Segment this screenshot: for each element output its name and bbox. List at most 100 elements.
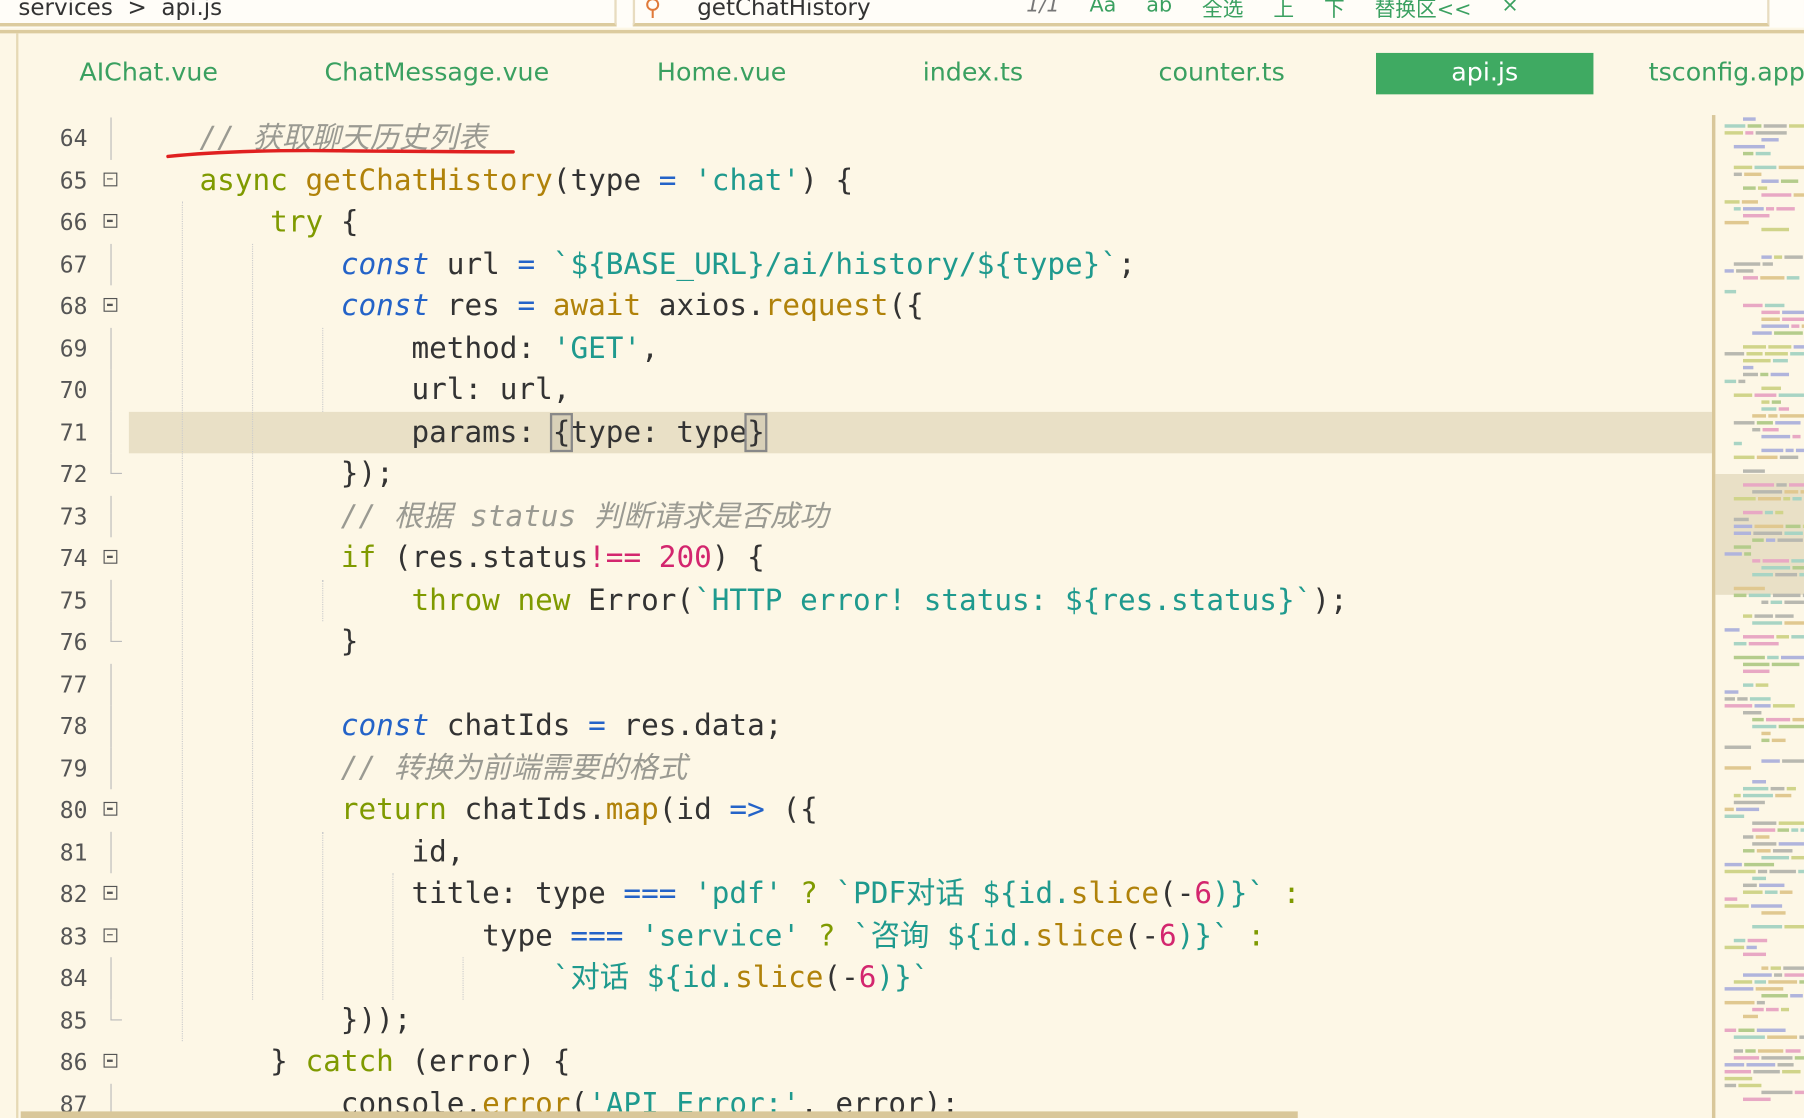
minimap-line <box>1792 717 1804 722</box>
horizontal-scrollbar[interactable] <box>20 1111 1298 1118</box>
fold-collapse-icon[interactable] <box>101 789 122 831</box>
minimap-line <box>1752 427 1761 432</box>
minimap-line <box>1752 828 1776 832</box>
minimap-line <box>1747 124 1762 128</box>
minimap-line <box>1775 421 1801 425</box>
previous-match-button[interactable]: 上 <box>1273 0 1294 23</box>
indent-guide <box>322 831 324 1000</box>
fold-guide <box>101 411 122 454</box>
minimap-line <box>1733 980 1753 984</box>
code-line[interactable]: 75 throw new Error(`HTTP error! status: … <box>18 579 1712 622</box>
code-line[interactable]: 78 const chatIds = res.data; <box>18 705 1712 748</box>
code-line[interactable]: 68 const res = await axios.request({ <box>18 285 1712 327</box>
whole-word-toggle[interactable]: ab <box>1146 0 1172 23</box>
fold-collapse-icon[interactable] <box>101 159 122 201</box>
minimap-line <box>1743 849 1755 853</box>
code-line[interactable]: 86 } catch (error) { <box>18 1041 1712 1083</box>
tab-home[interactable]: Home.vue <box>657 53 786 94</box>
code-line[interactable]: 85 })); <box>18 999 1712 1041</box>
code-line[interactable]: 79 // 转换为前端需要的格式 <box>18 747 1712 790</box>
code-line[interactable]: 81 id, <box>18 831 1712 874</box>
code-token: `PDF对话 ${id. <box>835 876 1071 912</box>
minimap-line <box>1745 131 1754 135</box>
minimap-line <box>1755 131 1787 135</box>
minimap-line <box>1755 683 1769 687</box>
code-text: throw new Error(`HTTP error! status: ${r… <box>129 579 1348 621</box>
search-icon: ⚲ <box>644 0 662 21</box>
minimap-line <box>1743 303 1763 308</box>
minimap-line <box>1724 987 1754 991</box>
code-line[interactable]: 67 const url = `${BASE_URL}/ai/history/$… <box>18 243 1712 286</box>
minimap-line <box>1746 1063 1776 1067</box>
tab-index[interactable]: index.ts <box>923 53 1023 94</box>
code-line[interactable]: 84 `对话 ${id.slice(-6)}` <box>18 957 1712 1000</box>
indent-guide <box>251 243 254 1000</box>
code-token: const <box>340 288 430 324</box>
tab-aichat[interactable]: AIChat.vue <box>79 53 218 94</box>
code-line[interactable]: 87 console.error('API Error:', error); <box>18 1083 1712 1114</box>
tab-api-active[interactable]: api.js <box>1375 52 1594 95</box>
fold-guide <box>101 663 122 706</box>
code-line[interactable]: 76 } <box>18 621 1712 663</box>
tab-tsconfig[interactable]: tsconfig.app <box>1649 53 1804 94</box>
code-line[interactable]: 82 title: type === 'pdf' ? `PDF对话 ${id.s… <box>18 873 1712 915</box>
fold-collapse-icon[interactable] <box>101 537 122 579</box>
tab-chatmessage[interactable]: ChatMessage.vue <box>324 53 549 94</box>
code-editor[interactable]: 64 // 获取聊天历史列表 65 async getChatHistory(ty… <box>18 117 1712 1114</box>
minimap-line <box>1754 614 1773 618</box>
next-match-button[interactable]: 下 <box>1324 0 1345 23</box>
code-line[interactable]: 65 async getChatHistory(type = 'chat') { <box>18 159 1712 201</box>
minimap-line <box>1724 814 1745 819</box>
breadcrumb[interactable]: services > api.js <box>0 0 617 27</box>
code-line[interactable]: 80 return chatIds.map(id => ({ <box>18 789 1712 831</box>
minimap-line <box>1772 704 1795 708</box>
code-line[interactable]: 69 method: 'GET', <box>18 327 1712 370</box>
minimap-line <box>1724 1028 1737 1032</box>
fold-collapse-icon[interactable] <box>101 915 122 957</box>
code-token: ) { <box>800 162 854 198</box>
code-line[interactable]: 74 if (res.status!== 200) { <box>18 537 1712 579</box>
code-token: , error); <box>800 1086 960 1114</box>
match-case-toggle[interactable]: Aa <box>1089 0 1116 23</box>
code-line[interactable]: 77 <box>18 663 1712 706</box>
code-line[interactable]: 73 // 根据 status 判断请求是否成功 <box>18 495 1712 538</box>
minimap-line <box>1778 842 1804 846</box>
tab-counter[interactable]: counter.ts <box>1159 53 1285 94</box>
code-line[interactable]: 72 }); <box>18 453 1712 495</box>
fold-collapse-icon[interactable] <box>101 1041 122 1083</box>
minimap-line <box>1786 786 1796 791</box>
select-all-button[interactable]: 全选 <box>1202 0 1243 23</box>
minimap-line <box>1762 427 1779 432</box>
indent-guide <box>462 957 464 1000</box>
fold-collapse-icon[interactable] <box>101 873 122 915</box>
minimap-line <box>1790 994 1803 998</box>
minimap-line <box>1769 869 1796 874</box>
code-line[interactable]: 66 try { <box>18 201 1712 243</box>
code-text: try { <box>129 201 358 243</box>
minimap-line <box>1743 635 1775 639</box>
fold-collapse-icon[interactable] <box>101 201 122 243</box>
minimap-line <box>1738 1083 1762 1088</box>
minimap-line <box>1724 269 1734 273</box>
code-line[interactable]: 83 type === 'service' ? `咨询 ${id.slice(-… <box>18 915 1712 957</box>
line-number: 64 <box>59 124 88 152</box>
close-find-button[interactable]: × <box>1501 0 1518 23</box>
minimap-line <box>1761 966 1769 970</box>
minimap-line <box>1733 938 1746 943</box>
code-token: const <box>340 708 430 744</box>
fold-collapse-icon[interactable] <box>101 285 122 327</box>
line-number: 82 <box>59 880 88 908</box>
minimap-line <box>1724 690 1739 694</box>
code-token: throw <box>411 582 500 618</box>
search-input[interactable]: getChatHistory <box>697 0 870 21</box>
minimap-line <box>1790 352 1804 356</box>
code-line[interactable]: 71 params: {type: type} <box>18 411 1712 454</box>
replace-toggle-button[interactable]: 替换区<< <box>1375 0 1472 23</box>
minimap-line <box>1778 393 1804 397</box>
minimap[interactable] <box>1711 115 1804 1118</box>
minimap-line <box>1770 966 1781 970</box>
code-line[interactable]: 70 url: url, <box>18 369 1712 412</box>
